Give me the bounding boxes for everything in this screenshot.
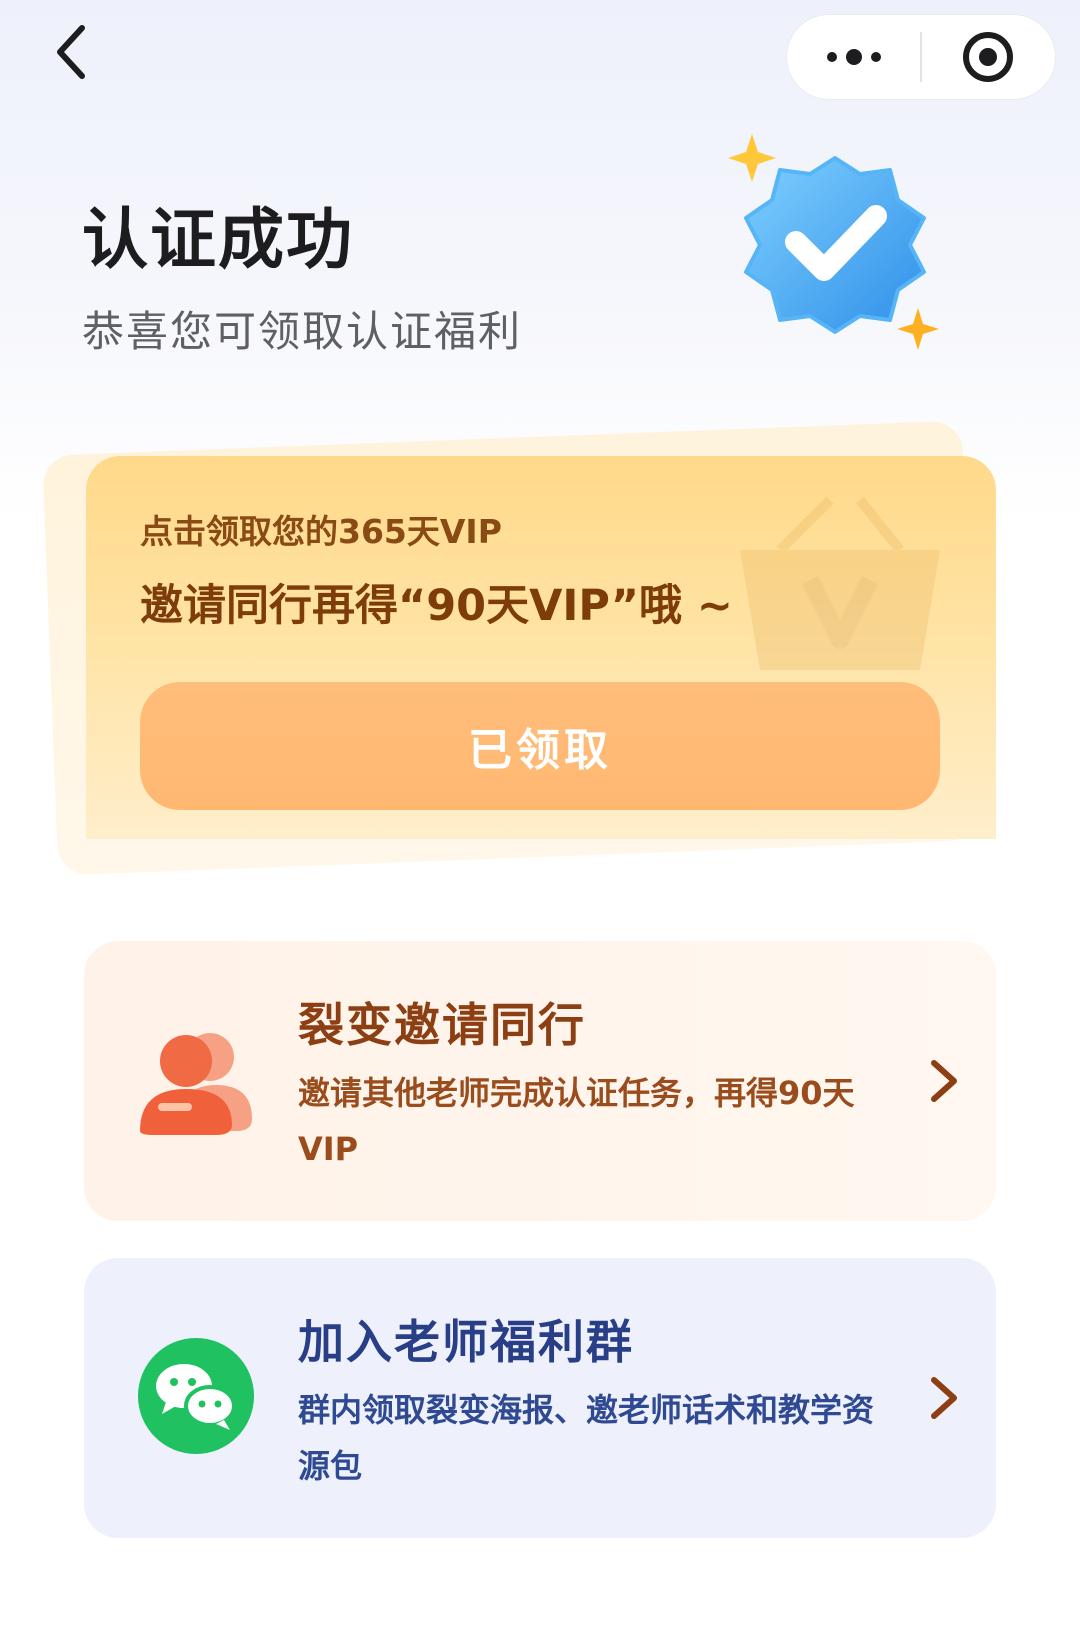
close-button[interactable] <box>922 14 1055 100</box>
chevron-left-icon <box>57 25 85 79</box>
invite-peers-desc: 邀请其他老师完成认证任务，再得90天VIP <box>298 1074 855 1168</box>
verified-badge-icon <box>728 134 939 350</box>
page-title: 认证成功 <box>82 201 354 278</box>
more-button[interactable] <box>787 14 920 100</box>
invite-peers-card[interactable]: 裂变邀请同行 邀请其他老师完成认证任务，再得90天VIP <box>84 941 996 1221</box>
page-subtitle: 恭喜您可领取认证福利 <box>82 307 523 356</box>
vip-basket-icon <box>740 496 940 670</box>
vip-invite-text: 邀请同行再得“90天VIP”哦 ~ <box>140 581 733 631</box>
invite-peers-title: 裂变邀请同行 <box>298 998 586 1052</box>
wechat-icon <box>138 1338 254 1454</box>
vip-claim-text: 点击领取您的365天VIP <box>140 512 502 551</box>
people-icon <box>140 1033 252 1135</box>
join-group-card[interactable]: 加入老师福利群 群内领取裂变海报、邀老师话术和教学资源包 <box>84 1258 996 1538</box>
chevron-right-icon <box>931 1060 957 1102</box>
chevron-right-icon <box>931 1377 957 1419</box>
claimed-button[interactable]: 已领取 <box>140 682 940 810</box>
target-circle-icon <box>963 32 1014 82</box>
mini-program-capsule <box>786 14 1056 100</box>
join-group-desc: 群内领取裂变海报、邀老师话术和教学资源包 <box>298 1391 875 1485</box>
more-dots-icon <box>826 49 881 65</box>
join-group-title: 加入老师福利群 <box>298 1315 634 1369</box>
back-button[interactable] <box>48 20 96 84</box>
